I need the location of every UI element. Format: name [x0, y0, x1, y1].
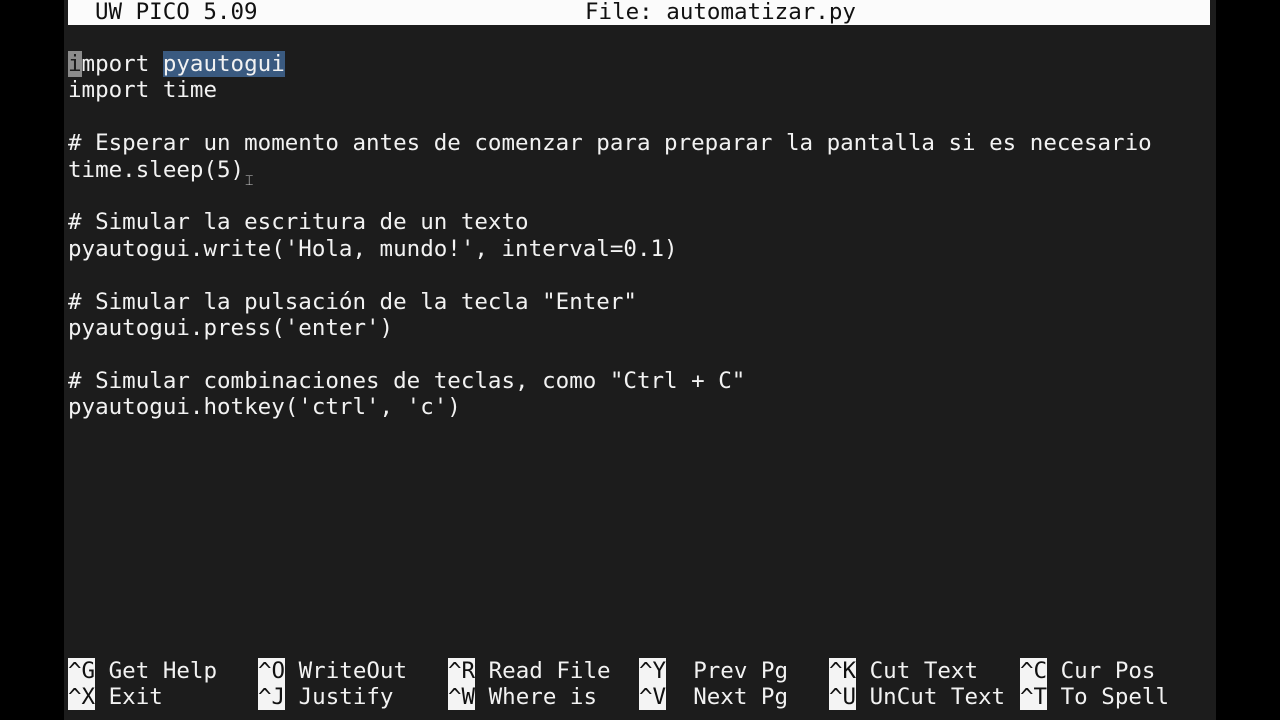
- shortcut-get-help[interactable]: ^G Get Help: [68, 658, 217, 684]
- shortcut-label: Prev Pg: [693, 658, 789, 684]
- code-line-4[interactable]: # Esperar un momento antes de comenzar p…: [68, 130, 1152, 156]
- selected-text[interactable]: pyautogui: [162, 51, 285, 77]
- shortcut-cur-pos[interactable]: ^C Cur Pos: [1020, 658, 1155, 684]
- shortcut-to-spell[interactable]: ^T To Spell: [1020, 684, 1170, 711]
- code-line-2[interactable]: import time: [68, 77, 217, 103]
- shortcut-exit[interactable]: ^X Exit: [68, 684, 163, 711]
- code-line-8[interactable]: pyautogui.write('Hola, mundo!', interval…: [68, 236, 678, 262]
- code-line-13[interactable]: # Simular combinaciones de teclas, como …: [68, 368, 745, 394]
- app-name: UW PICO 5.09: [95, 0, 258, 25]
- shortcut-writeout[interactable]: ^O WriteOut: [258, 658, 407, 684]
- shortcut-label: To Spell: [1060, 684, 1170, 711]
- key-ctrl-u: ^U: [829, 684, 857, 711]
- shortcut-prev-pg[interactable]: ^Y Prev Pg: [639, 658, 788, 684]
- terminal-window[interactable]: UW PICO 5.09 File: automatizar.py import…: [64, 0, 1216, 720]
- key-ctrl-o: ^O: [258, 658, 286, 684]
- key-ctrl-w: ^W: [448, 684, 476, 711]
- key-ctrl-g: ^G: [68, 658, 96, 684]
- key-ctrl-j: ^J: [258, 684, 286, 711]
- key-ctrl-y: ^Y: [639, 658, 667, 684]
- shortcut-bar: ^G Get Help ^X Exit ^O WriteOut ^J Justi…: [68, 658, 1208, 712]
- code-line-14[interactable]: pyautogui.hotkey('ctrl', 'c'): [68, 394, 461, 420]
- code-line-5[interactable]: time.sleep(5): [68, 157, 244, 183]
- shortcut-cut-text[interactable]: ^K Cut Text: [829, 658, 978, 684]
- shortcut-where-is[interactable]: ^W Where is: [448, 684, 598, 711]
- key-ctrl-v: ^V: [639, 684, 667, 711]
- code-line-1[interactable]: import pyautogui: [68, 51, 285, 77]
- shortcut-label: WriteOut: [298, 658, 408, 684]
- shortcut-label: Cut Text: [869, 658, 979, 684]
- code-text: mport: [81, 51, 163, 77]
- key-ctrl-r: ^R: [448, 658, 476, 684]
- shortcut-label: Read File: [488, 658, 611, 684]
- shortcut-label: Get Help: [108, 658, 218, 684]
- key-ctrl-k: ^K: [829, 658, 857, 684]
- code-line-11[interactable]: pyautogui.press('enter'): [68, 315, 393, 341]
- shortcut-label: Where is: [488, 684, 598, 711]
- ibeam-cursor-icon: ⌶: [245, 173, 254, 189]
- code-line-7[interactable]: # Simular la escritura de un texto: [68, 209, 529, 235]
- shortcut-uncut-text[interactable]: ^U UnCut Text: [829, 684, 1006, 711]
- shortcut-label: Justify: [298, 684, 394, 711]
- shortcut-read-file[interactable]: ^R Read File: [448, 658, 611, 684]
- shortcut-label: Cur Pos: [1060, 658, 1156, 684]
- file-name: File: automatizar.py: [585, 0, 856, 25]
- key-ctrl-x: ^X: [68, 684, 96, 711]
- shortcut-justify[interactable]: ^J Justify: [258, 684, 394, 711]
- key-ctrl-t: ^T: [1020, 684, 1048, 711]
- shortcut-label: UnCut Text: [869, 684, 1006, 711]
- shortcut-next-pg[interactable]: ^V Next Pg: [639, 684, 789, 711]
- key-ctrl-c: ^C: [1020, 658, 1048, 684]
- shortcut-label: Exit: [108, 684, 163, 711]
- text-cursor: i: [68, 51, 82, 77]
- pico-title-bar: UW PICO 5.09 File: automatizar.py: [68, 0, 1210, 25]
- code-line-10[interactable]: # Simular la pulsación de la tecla "Ente…: [68, 289, 637, 315]
- shortcut-label: Next Pg: [693, 684, 789, 711]
